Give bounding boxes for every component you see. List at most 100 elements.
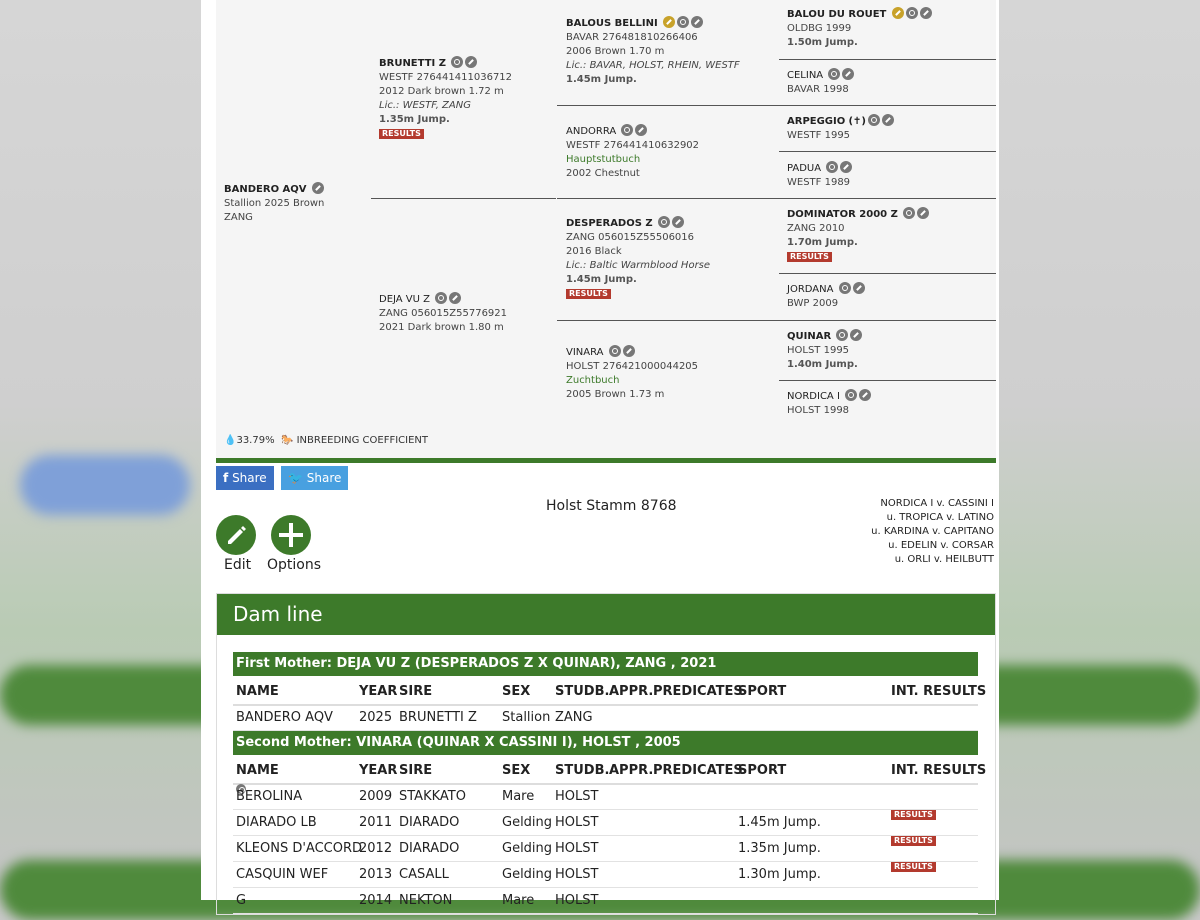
- results-badge[interactable]: RESULTS: [566, 289, 611, 299]
- edit-icon[interactable]: [842, 68, 855, 80]
- cell-sire[interactable]: CASALL: [399, 862, 449, 887]
- pedigree-ggp-1[interactable]: BALOU DU ROUET OLDBG 1999 1.50m Jump.: [787, 7, 932, 50]
- edit-icon[interactable]: [671, 216, 684, 228]
- offspring-icon[interactable]: [435, 292, 448, 304]
- family-line: u. TROPICA v. LATINO: [886, 512, 994, 523]
- pedigree-dam[interactable]: DEJA VU Z ZANG 056015Z55776921 2021 Dark…: [379, 292, 507, 335]
- edit-icon[interactable]: [465, 56, 478, 68]
- horse-info: WESTF 1989: [787, 177, 851, 188]
- offspring-icon[interactable]: [621, 124, 634, 136]
- cell-name[interactable]: CASQUIN WEF: [236, 862, 328, 887]
- offspring-icon[interactable]: [608, 345, 621, 357]
- offspring-icon[interactable]: [838, 282, 851, 294]
- options-label[interactable]: Options: [267, 557, 321, 573]
- pedigree-ggp-3[interactable]: ARPEGGIO (✝) WESTF 1995: [787, 114, 894, 143]
- edit-icon[interactable]: [852, 282, 865, 294]
- horse-name: PADUA: [787, 163, 822, 174]
- cell-sire[interactable]: DIARADO: [399, 836, 459, 861]
- offspring-icon[interactable]: [836, 329, 849, 341]
- pedigree-ggp-8[interactable]: NORDICA I HOLST 1998: [787, 389, 872, 418]
- pedigree-ggp-7[interactable]: QUINAR HOLST 1995 1.40m Jump.: [787, 329, 863, 372]
- horse-info: HOLST 1995: [787, 345, 850, 356]
- offspring-icon[interactable]: [828, 68, 841, 80]
- cell-name[interactable]: BANDERO AQV: [236, 705, 333, 730]
- pedigree-sire-dam[interactable]: ANDORRA WESTF 276441410632902 Hauptstutb…: [566, 124, 699, 181]
- pedigree-ggp-4[interactable]: PADUA WESTF 1989: [787, 161, 853, 190]
- cell-sport: 1.45m Jump.: [738, 815, 821, 830]
- offspring-icon[interactable]: [903, 207, 916, 219]
- blurred-share-band: [20, 455, 190, 515]
- offspring-icon[interactable]: [826, 161, 839, 173]
- edit-icon[interactable]: [850, 329, 863, 341]
- horse-info: HOLST 1998: [787, 405, 850, 416]
- options-button[interactable]: [271, 515, 311, 555]
- col-sport: SPORT: [738, 763, 787, 778]
- table-row[interactable]: BEROLINA 2009 STAKKATO Mare HOLST: [233, 784, 978, 810]
- pedigree-dam-dam[interactable]: VINARA HOLST 276421000044205 Zuchtbuch 2…: [566, 345, 698, 402]
- results-badge[interactable]: RESULTS: [787, 252, 832, 262]
- edit-icon[interactable]: [622, 345, 635, 357]
- offspring-icon[interactable]: [676, 16, 689, 28]
- offspring-icon[interactable]: [867, 114, 880, 126]
- edit-icon[interactable]: [690, 16, 703, 28]
- results-badge[interactable]: RESULTS: [379, 129, 424, 139]
- pedigree-ggp-6[interactable]: JORDANA BWP 2009: [787, 282, 865, 311]
- cell-sire[interactable]: BRUNETTI Z: [399, 705, 477, 730]
- pedigree-ggp-5[interactable]: DOMINATOR 2000 Z ZANG 2010 1.70m Jump. R…: [787, 207, 930, 264]
- cell-year: 2011: [359, 815, 393, 830]
- horse-studbook: ZANG: [224, 212, 253, 223]
- horse-id: WESTF 276441410632902: [566, 140, 700, 151]
- col-sex: SEX: [502, 684, 531, 699]
- pedigree-subject[interactable]: BANDERO AQV Stallion 2025 Brown ZANG: [224, 182, 324, 225]
- horse-id: BAVAR 276481810266406: [566, 32, 698, 43]
- cell-name[interactable]: DIARADO LB: [236, 810, 317, 835]
- offspring-icon[interactable]: [845, 389, 858, 401]
- cell-name[interactable]: G: [236, 888, 246, 913]
- edit-icon[interactable]: [840, 161, 853, 173]
- edit-icon[interactable]: [635, 124, 648, 136]
- cell-sire[interactable]: DIARADO: [399, 810, 459, 835]
- facebook-share-button[interactable]: f Share: [216, 466, 274, 490]
- edit-icon[interactable]: [859, 389, 872, 401]
- table-row[interactable]: CASQUIN WEF 2013 CASALL Gelding HOLST 1.…: [233, 862, 978, 888]
- horse-id: HOLST 276421000044205: [566, 361, 699, 372]
- pedigree-sire-sire[interactable]: BALOUS BELLINI BAVAR 276481810266406 200…: [566, 16, 740, 87]
- edit-label[interactable]: Edit: [224, 557, 251, 573]
- cell-sport: 1.35m Jump.: [738, 841, 821, 856]
- table-row[interactable]: KLEONS D'ACCORD 2012 DIARADO Gelding HOL…: [233, 836, 978, 862]
- col-predicates: PREDICATES: [653, 763, 743, 778]
- cell-sire[interactable]: STAKKATO: [399, 784, 466, 809]
- horse-name: BALOU DU ROUET: [787, 9, 887, 20]
- pedigree-sire[interactable]: BRUNETTI Z WESTF 276441411036712 2012 Da…: [379, 56, 512, 141]
- horse-name: DEJA VU Z: [379, 294, 431, 305]
- edit-icon[interactable]: [919, 7, 932, 19]
- horse-info: 2005 Brown 1.73 m: [566, 389, 665, 400]
- edit-icon[interactable]: [917, 207, 930, 219]
- results-badge[interactable]: RESULTS: [891, 836, 936, 846]
- col-year: YEAR: [359, 763, 398, 778]
- cell-studb: HOLST: [555, 789, 599, 804]
- offspring-icon[interactable]: [905, 7, 918, 19]
- col-sire: SIRE: [399, 763, 433, 778]
- edit-icon[interactable]: [881, 114, 894, 126]
- table-row[interactable]: G 2014 NEKTON Mare HOLST: [233, 888, 978, 914]
- table-row[interactable]: DIARADO LB 2011 DIARADO Gelding HOLST 1.…: [233, 810, 978, 836]
- horse-info: 2006 Brown 1.70 m: [566, 46, 665, 57]
- table-row[interactable]: BANDERO AQV 2025 BRUNETTI Z Stallion ZAN…: [233, 705, 978, 731]
- cell-sire[interactable]: NEKTON: [399, 888, 452, 913]
- horse-studbook-section: Hauptstutbuch: [566, 154, 641, 165]
- offspring-icon[interactable]: [451, 56, 464, 68]
- cell-sport: 1.30m Jump.: [738, 867, 821, 882]
- cell-sex: Gelding: [502, 841, 553, 856]
- pedigree-dam-sire[interactable]: DESPERADOS Z ZANG 056015Z55506016 2016 B…: [566, 216, 710, 301]
- edit-icon[interactable]: [449, 292, 462, 304]
- cell-studb: HOLST: [555, 867, 599, 882]
- edit-icon[interactable]: [311, 182, 324, 194]
- offspring-icon[interactable]: [657, 216, 670, 228]
- results-badge[interactable]: RESULTS: [891, 810, 936, 820]
- pedigree-ggp-2[interactable]: CELINA BAVAR 1998: [787, 68, 855, 97]
- twitter-share-button[interactable]: 🐦 Share: [281, 466, 349, 490]
- results-badge[interactable]: RESULTS: [891, 862, 936, 872]
- cell-name[interactable]: KLEONS D'ACCORD: [236, 836, 362, 861]
- edit-button[interactable]: [216, 515, 256, 555]
